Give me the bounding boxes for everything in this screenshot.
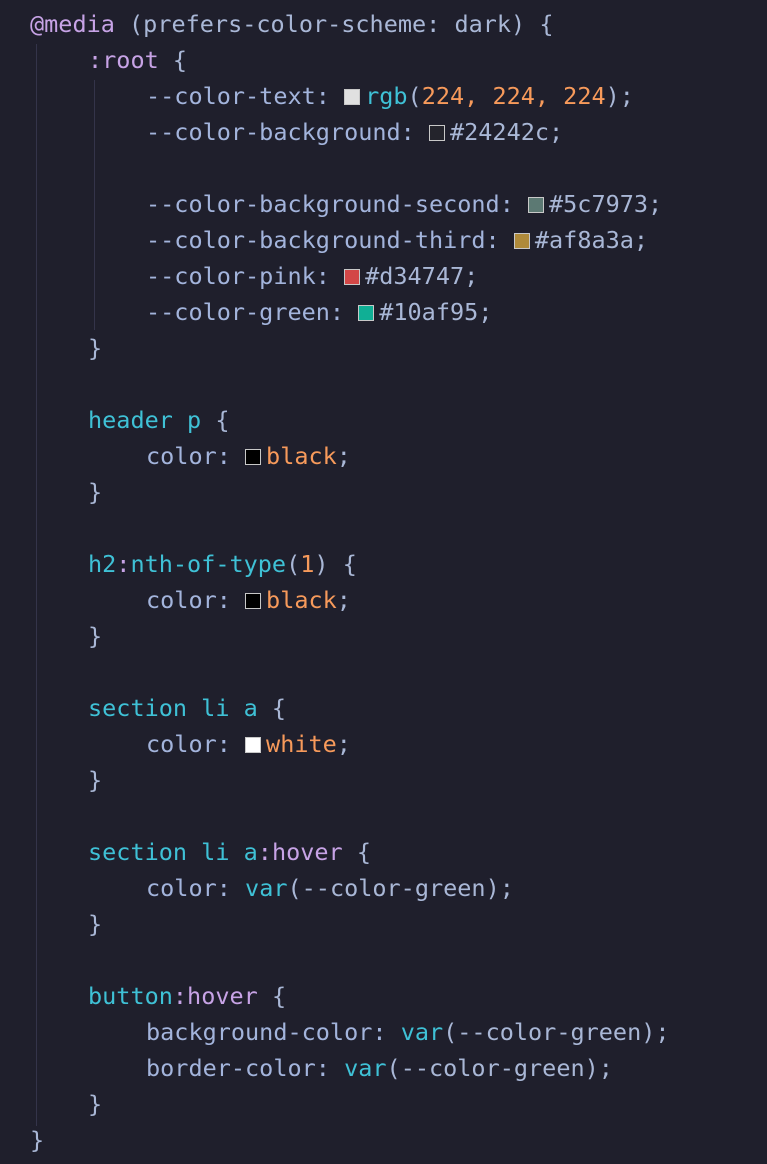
paren: ( (286, 550, 301, 578)
color-swatch[interactable] (344, 269, 361, 285)
code-line-var: --color-background-third: #af8a3a; (146, 222, 648, 258)
var-name: --color-green: (146, 298, 345, 326)
var-value: #5c7973; (549, 190, 663, 218)
code-line-selector: h2:nth-of-type(1) { (88, 546, 357, 582)
code-line-media: @media (prefers-color-scheme: dark) { (30, 6, 554, 42)
var-function: var (344, 1054, 387, 1082)
color-swatch[interactable] (245, 593, 262, 609)
code-line-var: --color-background-second: #5c7973; (146, 186, 662, 222)
var-name: --color-background-third: (146, 226, 500, 254)
open-brace: { (257, 982, 287, 1010)
selector: section li a (88, 838, 258, 866)
prop-name: color: (146, 874, 231, 902)
code-line-var: --color-background: #24242c; (146, 114, 563, 150)
color-swatch[interactable] (428, 125, 445, 141)
var-value: #24242c; (449, 118, 564, 146)
color-swatch[interactable] (358, 305, 375, 321)
var-name: --color-background: (146, 118, 415, 146)
color-swatch[interactable] (513, 233, 530, 249)
code-line-selector: header p { (88, 402, 229, 438)
code-line-decl: color: black; (146, 438, 351, 474)
pseudo-arg: 1 (300, 550, 315, 578)
color-swatch[interactable] (528, 197, 545, 213)
selector: h2 (88, 550, 117, 578)
code-line-selector: section li a { (88, 690, 286, 726)
pseudo-colon: : (172, 982, 188, 1010)
color-swatch[interactable] (245, 737, 262, 753)
semicolon: ; (336, 442, 351, 470)
selector: header p (88, 406, 202, 434)
paren: ); (605, 82, 634, 110)
prop-name: border-color: (146, 1054, 330, 1082)
prop-value: black (266, 586, 337, 614)
prop-name: color: (146, 586, 231, 614)
var-name: --color-text: (146, 82, 330, 110)
var-value: #d34747; (365, 262, 479, 290)
var-name: --color-background-second: (146, 190, 514, 218)
code-line-var: --color-text: rgb(224, 224, 224); (146, 78, 634, 114)
open-brace: { (158, 46, 188, 74)
open-brace: { (342, 838, 371, 866)
var-args: (--color-green); (443, 1018, 670, 1046)
color-swatch[interactable] (245, 449, 262, 465)
code-line-var: --color-green: #10af95; (146, 294, 492, 330)
close-brace: } (88, 622, 103, 650)
selector: section li a (88, 694, 258, 722)
var-name: --color-pink: (146, 262, 330, 290)
code-line-decl: color: black; (146, 582, 351, 618)
color-swatch[interactable] (344, 89, 361, 105)
code-line-selector: button:hover { (88, 978, 286, 1014)
code-line-decl: color: var(--color-green); (146, 870, 514, 906)
indent-guide (36, 44, 37, 1126)
pseudo-class: hover (271, 838, 343, 866)
close-brace: } (88, 1090, 103, 1118)
var-value: #af8a3a; (534, 226, 649, 254)
close-brace: } (88, 766, 103, 794)
close-brace-media: } (30, 1126, 45, 1154)
paren: ( (407, 82, 422, 110)
var-value-fn: rgb (365, 82, 408, 110)
indent-guide (94, 80, 95, 330)
code-line-root: :root { (88, 42, 187, 78)
var-value-args: 224, 224, 224 (421, 82, 606, 110)
code-line-var: --color-pink: #d34747; (146, 258, 478, 294)
root-colon: : (88, 46, 103, 74)
code-line-selector: section li a:hover { (88, 834, 371, 870)
prop-value: black (266, 442, 337, 470)
root-selector: root (102, 46, 159, 74)
prop-name: color: (146, 730, 231, 758)
var-value: #10af95; (379, 298, 493, 326)
prop-name: background-color: (146, 1018, 387, 1046)
code-line-decl: background-color: var(--color-green); (146, 1014, 670, 1050)
var-function: var (245, 874, 288, 902)
pseudo-class: nth-of-type (130, 550, 287, 578)
close-brace: } (88, 478, 103, 506)
close-brace: } (88, 334, 103, 362)
var-args: (--color-green); (386, 1054, 613, 1082)
media-query: (prefers-color-scheme: dark) { (114, 10, 554, 38)
pseudo-colon: : (257, 838, 272, 866)
open-brace: { (328, 550, 357, 578)
paren: ) (314, 550, 329, 578)
selector: button (88, 982, 173, 1010)
code-line-decl: border-color: var(--color-green); (146, 1050, 613, 1086)
code-editor[interactable]: @media (prefers-color-scheme: dark) { :r… (0, 0, 767, 1164)
var-function: var (400, 1018, 444, 1046)
close-brace: } (88, 910, 103, 938)
media-keyword: @media (30, 10, 115, 38)
open-brace: { (201, 406, 230, 434)
open-brace: { (257, 694, 287, 722)
semicolon: ; (336, 730, 351, 758)
pseudo-class: hover (187, 982, 258, 1010)
pseudo-colon: : (116, 550, 131, 578)
var-args: (--color-green); (287, 874, 514, 902)
prop-name: color: (146, 442, 231, 470)
prop-value: white (266, 730, 337, 758)
semicolon: ; (336, 586, 351, 614)
code-line-decl: color: white; (146, 726, 351, 762)
